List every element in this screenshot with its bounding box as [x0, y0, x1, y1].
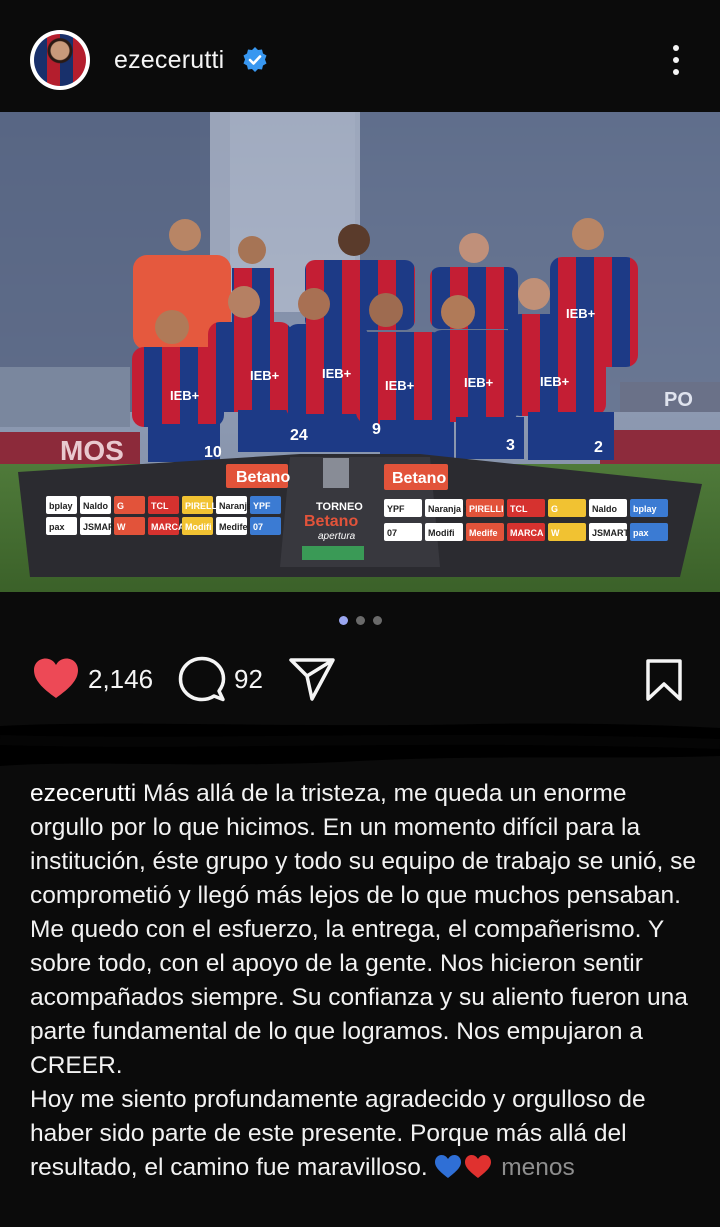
bottom-banner-text: MOS — [60, 435, 124, 466]
sponsor-logo-text: YPF — [387, 504, 405, 514]
sponsor-logo-text: TCL — [151, 501, 169, 511]
avatar[interactable] — [30, 30, 90, 90]
sponsor-logo-text: pax — [633, 528, 649, 538]
board-right-brand: Betano — [392, 470, 446, 487]
sponsor-logo-text: pax — [49, 522, 65, 532]
avatar-icon — [34, 34, 86, 86]
sponsor-logo-text: bplay — [49, 501, 73, 511]
sponsor-logo-text: G — [551, 504, 558, 514]
redaction-scribble — [0, 723, 720, 766]
shirt-sponsor: IEB+ — [170, 388, 200, 403]
share-icon[interactable] — [288, 656, 336, 702]
shirt-sponsor: IEB+ — [385, 378, 415, 393]
sponsor-logo-text: PIRELLI — [469, 504, 504, 514]
sponsor-logo-text: 07 — [253, 522, 263, 532]
blue-heart-icon — [435, 1155, 462, 1178]
caption-username[interactable]: ezecerutti — [30, 780, 136, 807]
carousel-indicator — [0, 612, 720, 632]
sponsor-logo-text: MARCA — [510, 528, 544, 538]
shirt-sponsor: IEB+ — [464, 375, 494, 390]
sponsor-logo-text: Modifi — [428, 528, 455, 538]
sponsor-logo-text: W — [117, 522, 126, 532]
comment-count[interactable]: 92 — [234, 664, 263, 695]
shirt-sponsor: IEB+ — [250, 368, 280, 383]
comment-icon[interactable] — [178, 655, 226, 703]
heart-emojis — [435, 1155, 492, 1178]
post-caption: ezecerutti Más allá de la tristeza, me q… — [30, 777, 700, 1185]
sponsor-logo-text: Modifi — [185, 522, 212, 532]
sponsor-logo-text: 07 — [387, 528, 397, 538]
board-center-brand: Betano — [304, 513, 358, 530]
sponsor-logo-text: Naldo — [83, 501, 109, 511]
sponsor-logo-text: Naranja X — [428, 504, 470, 514]
sponsor-logo-text: MARCA — [151, 522, 185, 532]
shirt-sponsor: IEB+ — [322, 366, 352, 381]
verified-badge-icon — [243, 47, 267, 72]
sponsor-logo-text: G — [117, 501, 124, 511]
sponsor-logo-text: JSMART — [592, 528, 630, 538]
shirt-number: 2 — [594, 439, 603, 456]
team-photo: MOS PO IEB+ IEB+ IEB+ IEB+ IEB+ IEB+ IEB… — [0, 112, 720, 592]
username[interactable]: ezecerutti — [114, 46, 224, 75]
post-actions: 2,146 92 — [0, 650, 720, 710]
shirt-sponsor: IEB+ — [540, 374, 570, 389]
less-link[interactable]: menos — [501, 1154, 575, 1181]
caption-paragraph: Me quedo con el esfuerzo, la entrega, el… — [30, 916, 688, 1079]
carousel-dot — [372, 616, 382, 625]
board-center-top: TORNEO — [316, 501, 363, 513]
more-vertical-icon[interactable] — [664, 42, 688, 78]
sponsor-logo-text: W — [551, 528, 560, 538]
sponsor-logo-text: Medife — [219, 522, 248, 532]
post-image[interactable]: MOS PO IEB+ IEB+ IEB+ IEB+ IEB+ IEB+ IEB… — [0, 112, 720, 592]
sponsor-logo-text: Naldo — [592, 504, 618, 514]
shirt-number: 10 — [204, 444, 222, 461]
post-header: ezecerutti — [0, 0, 720, 112]
like-count[interactable]: 2,146 — [88, 664, 153, 695]
sponsor-logo-text: Medife — [469, 528, 498, 538]
shirt-sponsor: IEB+ — [566, 306, 596, 321]
shirt-number: 24 — [290, 427, 308, 444]
stadium-banner-text: PO — [664, 389, 693, 411]
board-center-sub: apertura — [318, 531, 356, 542]
red-heart-icon — [465, 1155, 492, 1178]
shirt-number: 9 — [372, 421, 381, 438]
bookmark-icon[interactable] — [645, 658, 683, 702]
board-left-brand: Betano — [236, 469, 290, 486]
sponsor-logo-text: YPF — [253, 501, 271, 511]
carousel-dot — [338, 616, 348, 625]
shirt-number: 3 — [506, 437, 515, 454]
sponsor-logo-text: TCL — [510, 504, 528, 514]
sponsor-logo-text: bplay — [633, 504, 657, 514]
carousel-dot — [355, 616, 365, 625]
sponsor-logo-text: PIRELLI — [185, 501, 220, 511]
heart-icon[interactable] — [32, 657, 80, 701]
